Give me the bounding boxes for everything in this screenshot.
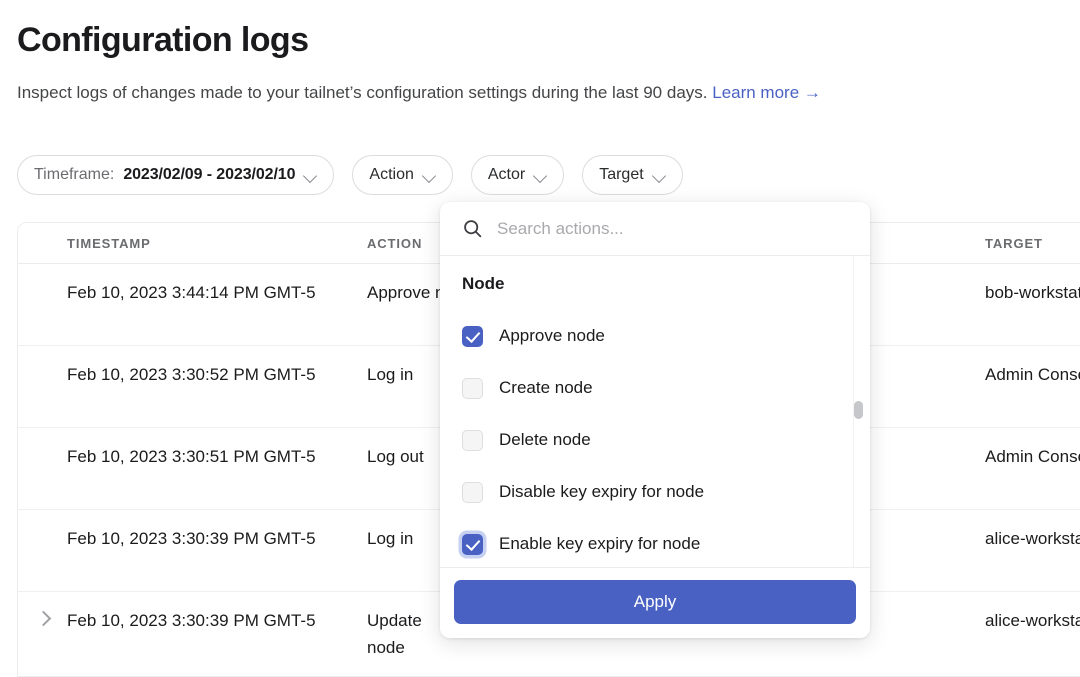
scrollbar-thumb[interactable] (854, 401, 863, 419)
learn-more-label: Learn more (712, 83, 799, 102)
cell-target: alice-workstation (985, 525, 1080, 552)
page-subtitle: Inspect logs of changes made to your tai… (17, 80, 821, 106)
dropdown-option-disable-key-expiry-for-node[interactable]: Disable key expiry for node (440, 466, 870, 518)
chevron-down-icon (534, 171, 547, 179)
dropdown-option-approve-node[interactable]: Approve node (440, 310, 870, 362)
cell-target: alice-workstation (985, 607, 1080, 634)
dropdown-option-enable-key-expiry-for-node[interactable]: Enable key expiry for node (440, 518, 870, 567)
checkbox-enable-key-expiry-for-node[interactable] (462, 534, 483, 555)
dropdown-footer: Apply (440, 567, 870, 638)
dropdown-option-label: Enable key expiry for node (499, 534, 700, 554)
chevron-down-icon (304, 171, 317, 179)
action-filter-dropdown: Node Approve node Create node Delete nod… (440, 202, 870, 638)
dropdown-option-label: Approve node (499, 326, 605, 346)
table-header-timestamp: TIMESTAMP (67, 236, 367, 251)
cell-timestamp: Feb 10, 2023 3:30:39 PM GMT-5 (67, 525, 367, 552)
dropdown-option-label: Delete node (499, 430, 591, 450)
dropdown-options-list: Node Approve node Create node Delete nod… (440, 256, 870, 567)
dropdown-option-create-node[interactable]: Create node (440, 362, 870, 414)
subtitle-text: Inspect logs of changes made to your tai… (17, 83, 708, 102)
chevron-down-icon (423, 171, 436, 179)
dropdown-option-label: Disable key expiry for node (499, 482, 704, 502)
action-filter-button[interactable]: Action (352, 155, 452, 195)
chevron-right-icon (36, 610, 50, 624)
cell-action: Update node (367, 607, 427, 661)
cell-timestamp: Feb 10, 2023 3:30:39 PM GMT-5 (67, 607, 367, 634)
configuration-logs-page: Configuration logs Inspect logs of chang… (0, 0, 1080, 677)
target-filter-label: Target (599, 166, 643, 184)
target-filter-button[interactable]: Target (582, 155, 682, 195)
arrow-right-icon: → (804, 83, 821, 102)
cell-timestamp: Feb 10, 2023 3:44:14 PM GMT-5 (67, 279, 367, 306)
checkbox-approve-node[interactable] (462, 326, 483, 347)
table-header-target: TARGET (985, 236, 1080, 251)
checkbox-disable-key-expiry-for-node[interactable] (462, 482, 483, 503)
dropdown-scrollbar[interactable] (853, 256, 862, 567)
timeframe-filter-button[interactable]: Timeframe: 2023/02/09 - 2023/02/10 (17, 155, 334, 195)
actor-filter-label: Actor (488, 166, 525, 184)
apply-button[interactable]: Apply (454, 580, 856, 624)
dropdown-option-delete-node[interactable]: Delete node (440, 414, 870, 466)
checkbox-create-node[interactable] (462, 378, 483, 399)
search-icon (462, 218, 483, 239)
timeframe-filter-label: Timeframe: (34, 166, 114, 184)
cell-target: Admin Console (985, 361, 1080, 388)
timeframe-filter-value: 2023/02/09 - 2023/02/10 (123, 166, 295, 184)
action-filter-label: Action (369, 166, 413, 184)
checkbox-delete-node[interactable] (462, 430, 483, 451)
row-expand-button[interactable] (18, 607, 67, 624)
cell-timestamp: Feb 10, 2023 3:30:52 PM GMT-5 (67, 361, 367, 388)
filter-bar: Timeframe: 2023/02/09 - 2023/02/10 Action… (17, 155, 683, 195)
chevron-down-icon (653, 171, 666, 179)
dropdown-option-label: Create node (499, 378, 593, 398)
actor-filter-button[interactable]: Actor (471, 155, 564, 195)
learn-more-link[interactable]: Learn more → (712, 83, 821, 102)
cell-target: Admin Console (985, 443, 1080, 470)
page-title: Configuration logs (17, 18, 308, 62)
dropdown-search-row (440, 202, 870, 256)
dropdown-group-title: Node (440, 274, 870, 294)
search-input[interactable] (495, 218, 848, 240)
cell-target: bob-workstation (985, 279, 1080, 306)
cell-timestamp: Feb 10, 2023 3:30:51 PM GMT-5 (67, 443, 367, 470)
